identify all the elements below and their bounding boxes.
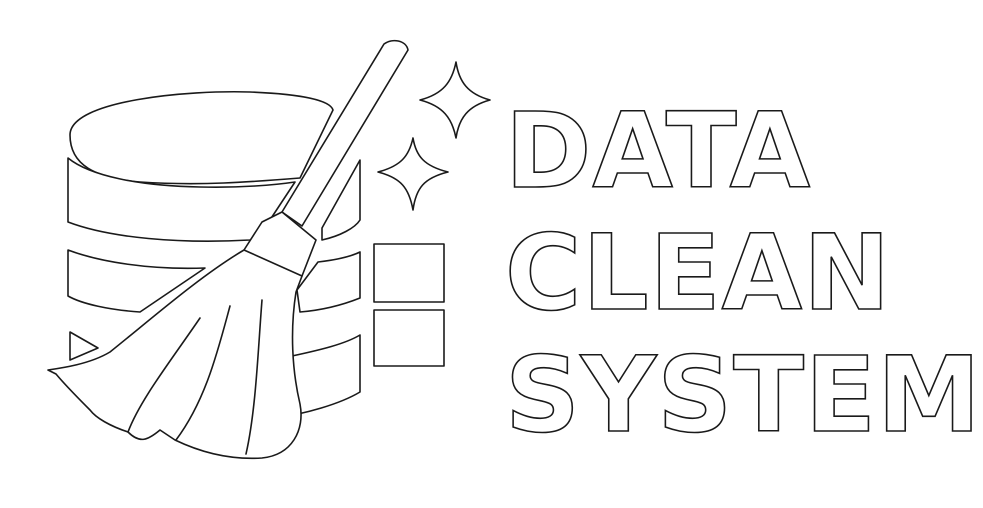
wordmark-line-3: SYSTEM <box>504 333 982 457</box>
block-icon <box>373 243 445 303</box>
wordmark-line-1: DATA <box>504 89 812 213</box>
block-icon <box>373 309 445 367</box>
sparkle-icon <box>419 61 491 139</box>
wordmark: DATA CLEAN SYSTEM <box>504 89 982 457</box>
sparkle-icon <box>377 137 449 211</box>
logo: DATA CLEAN SYSTEM <box>0 0 983 508</box>
wordmark-line-2: CLEAN <box>504 211 892 335</box>
